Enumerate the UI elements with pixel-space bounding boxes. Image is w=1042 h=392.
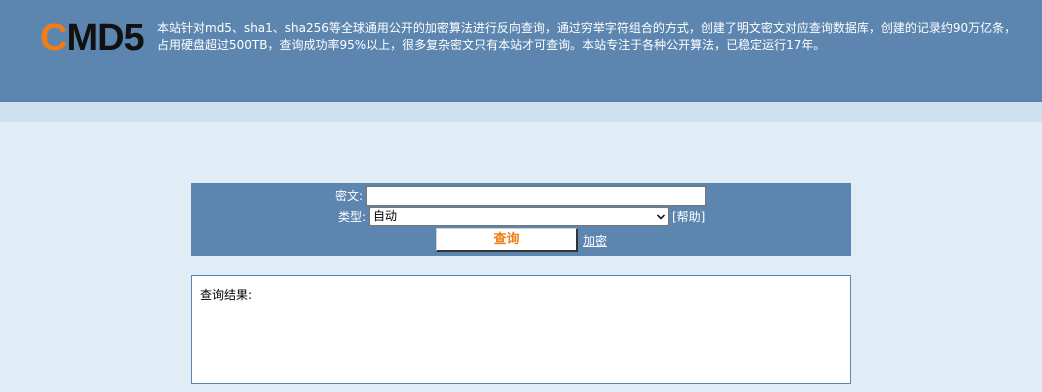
result-label: 查询结果: bbox=[200, 288, 253, 302]
cipher-label: 密文: bbox=[335, 189, 364, 203]
query-form: 密文: 类型: 自动 [帮助] 查询 加密 bbox=[191, 183, 851, 256]
query-button[interactable]: 查询 bbox=[436, 228, 578, 252]
chevron-down-icon bbox=[657, 214, 665, 220]
type-label: 类型: bbox=[338, 210, 367, 224]
header-bar: CMD5 本站针对md5、sha1、sha256等全球通用公开的加密算法进行反向… bbox=[0, 0, 1042, 102]
type-select-value: 自动 bbox=[373, 209, 398, 223]
help-link[interactable]: [帮助] bbox=[672, 210, 705, 224]
site-intro-text: 本站针对md5、sha1、sha256等全球通用公开的加密算法进行反向查询，通过… bbox=[157, 21, 1017, 52]
encrypt-link[interactable]: 加密 bbox=[583, 234, 607, 248]
type-select[interactable]: 自动 bbox=[369, 207, 669, 226]
cmd5-logo[interactable]: CMD5 bbox=[40, 18, 145, 58]
cipher-input[interactable] bbox=[366, 186, 706, 206]
result-panel: 查询结果: bbox=[191, 275, 851, 384]
header-sub-bar bbox=[0, 102, 1042, 122]
